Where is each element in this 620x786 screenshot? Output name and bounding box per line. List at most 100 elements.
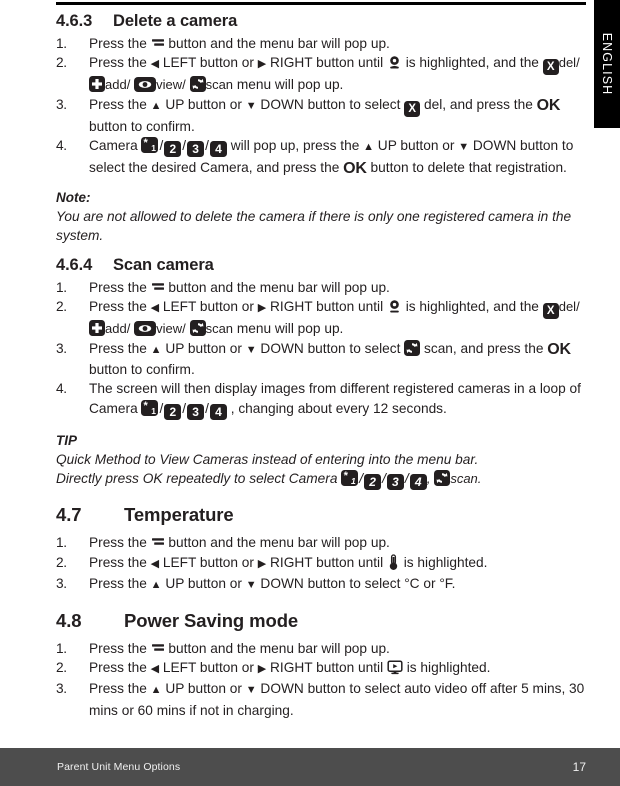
up-arrow-icon: ▲: [150, 343, 162, 356]
down-arrow-icon: ▼: [458, 141, 470, 154]
step-marker: 3.: [56, 576, 67, 592]
document-page: ENGLISH 4.6.3 Delete a camera 1. Press t…: [0, 0, 620, 786]
step-text-a: Press the: [89, 659, 151, 675]
camera-badge-4: 4: [209, 403, 227, 420]
step-text-d: is highlighted, and the: [401, 55, 543, 71]
menu-bar-icon: [151, 280, 165, 294]
left-arrow-icon: ◀: [150, 58, 160, 71]
step-text-e: menu will pop up.: [233, 77, 344, 93]
step-marker: 1.: [56, 640, 67, 656]
list-item: 4. Camera * 1/2/3/4 will pop up, press th…: [56, 136, 588, 178]
step-text-e: button to confirm.: [89, 118, 195, 134]
step-marker: 2.: [56, 55, 67, 71]
step-text-e: button to delete that registration.: [366, 159, 567, 175]
left-arrow-icon: ◀: [150, 662, 160, 675]
menu-bar-icon: [151, 535, 165, 549]
view-label: view/: [156, 77, 186, 93]
page-footer: Parent Unit Menu Options 17: [0, 748, 620, 786]
del-label: del/: [558, 55, 580, 71]
right-arrow-icon: ▶: [257, 58, 267, 71]
step-text: Press the ◀ LEFT button or ▶ RIGHT butto…: [89, 53, 588, 94]
up-arrow-icon: ▲: [150, 579, 162, 592]
up-arrow-icon: ▲: [150, 99, 162, 112]
step-text-a: Press the: [89, 36, 151, 51]
page-number: 17: [572, 760, 586, 774]
left-arrow-icon: ◀: [150, 557, 160, 570]
step-text-a: Press the: [89, 340, 151, 356]
step-marker: 4.: [56, 138, 67, 154]
step-text-b: LEFT button or: [159, 659, 258, 675]
section-title: Power Saving mode: [124, 609, 299, 631]
up-arrow-icon: ▲: [150, 684, 162, 697]
del-label: del/: [558, 299, 580, 315]
list-item: 1. Press the button and the menu bar wil…: [56, 278, 588, 297]
list-item: 2. Press the ◀ LEFT button or ▶ RIGHT bu…: [56, 53, 588, 94]
menu-bar-icon: [151, 36, 165, 50]
refresh-scan-icon: [404, 339, 421, 356]
list-item: 1. Press the button and the menu bar wil…: [56, 34, 588, 53]
tip-line-2-text: Directly press OK repeatedly to select C…: [56, 471, 342, 487]
camera-badge-2: 2: [164, 403, 182, 420]
camera-badge-1: * 1: [141, 399, 159, 416]
menu-bar-icon: [151, 641, 165, 655]
section-heading-4-6-4: 4.6.4 Scan camera: [56, 256, 588, 275]
page-content: 4.6.3 Delete a camera 1. Press the butto…: [56, 12, 588, 720]
list-item: 1. Press the button and the menu bar wil…: [56, 639, 588, 658]
step-text: Press the ▲ UP button or ▼ DOWN button t…: [89, 339, 588, 380]
scan-label: scan: [205, 321, 234, 337]
plus-add-icon: [89, 320, 105, 337]
list-item: 3. Press the ▲ UP button or ▼ DOWN butto…: [56, 95, 588, 136]
step-marker: 2.: [56, 659, 67, 675]
camera-badge-3: 3: [386, 474, 404, 491]
tip-line-2-sep: ,: [426, 471, 435, 487]
refresh-scan-icon: [189, 320, 206, 337]
list-item: 3. Press the ▲ UP button or ▼ DOWN butto…: [56, 339, 588, 380]
note-text: You are not allowed to delete the camera…: [56, 209, 572, 244]
step-text-e: menu will pop up.: [233, 321, 344, 337]
step-marker: 2.: [56, 554, 67, 570]
note-title: Note:: [56, 190, 91, 206]
step-text-d: is highlighted, and the: [401, 299, 543, 315]
footer-section-label: Parent Unit Menu Options: [57, 761, 181, 773]
camera-icon: [387, 299, 402, 314]
step-text-b: will pop up, press the: [226, 138, 364, 154]
camera-badge-3: 3: [187, 403, 205, 420]
add-label: add/: [105, 77, 131, 93]
ok-button-label: OK: [343, 159, 367, 177]
camera-badge-4: 4: [209, 141, 227, 158]
camera-badge-3: 3: [187, 141, 205, 158]
step-text: Press the button and the menu bar will p…: [89, 639, 588, 658]
x-delete-icon: X: [542, 59, 559, 76]
add-label: add/: [105, 321, 131, 337]
plus-add-icon: [89, 76, 105, 93]
x-delete-icon: X: [542, 303, 559, 320]
section-heading-4-6-3: 4.6.3 Delete a camera: [56, 12, 588, 31]
step-marker: 1.: [56, 36, 67, 51]
section-number: 4.6.4: [56, 255, 93, 274]
tip-line-2: Directly press OK repeatedly to select C…: [56, 469, 588, 491]
right-arrow-icon: ▶: [257, 302, 267, 315]
step-text-c: DOWN button to select: [256, 96, 405, 112]
step-text-c: DOWN button to select: [256, 340, 405, 356]
step-marker: 3.: [56, 96, 67, 112]
step-text-b: , changing about every 12 seconds.: [226, 400, 447, 416]
right-arrow-icon: ▶: [257, 662, 267, 675]
step-marker: 1.: [56, 279, 67, 295]
step-text: Press the ▲ UP button or ▼ DOWN button t…: [89, 95, 588, 136]
camera-badge-1: * 1: [341, 470, 359, 487]
section-number: 4.8: [56, 609, 82, 631]
list-item: 2. Press the ◀ LEFT button or ▶ RIGHT bu…: [56, 553, 588, 574]
step-text-b: UP button or: [161, 576, 246, 592]
step-text-a: Press the: [89, 279, 151, 295]
step-text-b: button and the menu bar will pop up.: [164, 535, 390, 551]
top-horizontal-rule: [56, 2, 586, 5]
tip-block: TIP Quick Method to View Cameras instead…: [56, 432, 588, 491]
camera-badge-1: * 1: [141, 137, 159, 154]
down-arrow-icon: ▼: [245, 579, 257, 592]
thermometer-icon: [387, 554, 400, 571]
step-text: The screen will then display images from…: [89, 379, 588, 420]
step-text: Camera * 1/2/3/4 will pop up, press the ▲…: [89, 136, 588, 178]
step-text-b: LEFT button or: [159, 554, 258, 570]
left-arrow-icon: ◀: [150, 302, 160, 315]
step-text-d: scan, and press the: [420, 340, 548, 356]
